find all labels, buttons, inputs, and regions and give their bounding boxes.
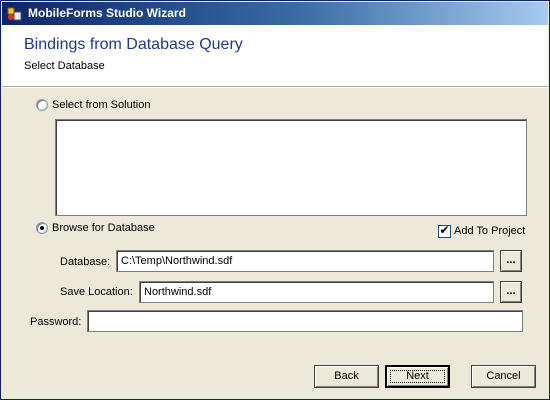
focus-indicator — [390, 370, 445, 383]
next-button[interactable]: Next — [385, 365, 450, 388]
save-location-label: Save Location: — [60, 286, 133, 298]
browse-for-database-label[interactable]: Browse for Database — [52, 222, 155, 234]
database-label: Database: — [60, 256, 111, 268]
select-from-solution-radio[interactable] — [36, 99, 48, 111]
checkmark-icon: ✔ — [439, 223, 450, 237]
select-from-solution-label[interactable]: Select from Solution — [52, 99, 150, 111]
back-button[interactable]: Back — [314, 365, 379, 388]
password-field[interactable] — [87, 310, 523, 332]
save-location-browse-button[interactable]: ... — [500, 281, 522, 303]
page-title: Bindings from Database Query — [24, 36, 243, 53]
app-icon — [7, 7, 22, 21]
add-to-project-label[interactable]: Add To Project — [454, 225, 525, 237]
radio-selected-dot — [40, 226, 44, 230]
header-divider — [2, 86, 548, 88]
add-to-project-checkbox[interactable]: ✔ — [438, 223, 451, 238]
browse-for-database-radio[interactable] — [36, 222, 48, 234]
database-path-field[interactable]: C:\Temp\Northwind.sdf — [116, 250, 494, 272]
solution-database-list[interactable] — [55, 119, 527, 216]
password-label: Password: — [30, 316, 82, 328]
cancel-button[interactable]: Cancel — [471, 365, 536, 388]
title-bar[interactable]: MobileForms Studio Wizard — [2, 2, 548, 25]
page-subtitle: Select Database — [24, 60, 105, 72]
wizard-window: MobileForms Studio Wizard Bindings from … — [0, 0, 550, 400]
wizard-header: Bindings from Database Query Select Data… — [2, 25, 548, 86]
save-location-field[interactable]: Northwind.sdf — [139, 281, 494, 303]
database-browse-button[interactable]: ... — [500, 250, 522, 272]
window-title: MobileForms Studio Wizard — [28, 6, 186, 20]
